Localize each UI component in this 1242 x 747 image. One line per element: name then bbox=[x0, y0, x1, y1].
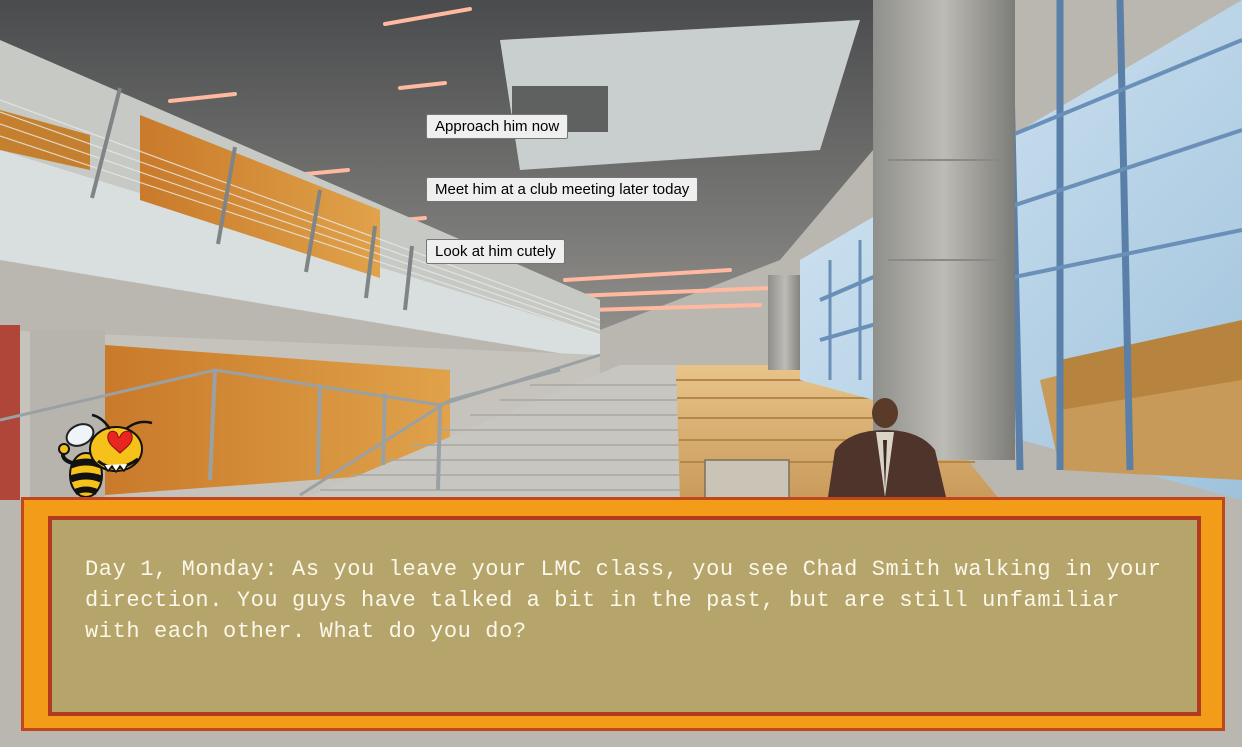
dialog-text: Day 1, Monday: As you leave your LMC cla… bbox=[85, 557, 1162, 644]
yellow-jacket-heart-eyes-icon bbox=[58, 413, 156, 499]
choice-club-meeting-button[interactable]: Meet him at a club meeting later today bbox=[426, 177, 699, 202]
choice-approach-button[interactable]: Approach him now bbox=[426, 114, 569, 139]
choice-look-cutely-button[interactable]: Look at him cutely bbox=[426, 239, 565, 264]
dialog-box-panel: Day 1, Monday: As you leave your LMC cla… bbox=[48, 516, 1201, 716]
dialog-box-frame: Day 1, Monday: As you leave your LMC cla… bbox=[21, 497, 1225, 731]
